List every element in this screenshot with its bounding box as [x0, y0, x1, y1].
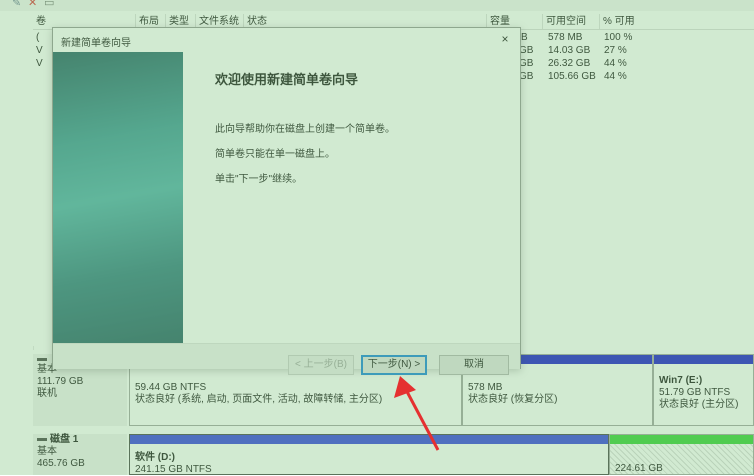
pencil-icon[interactable]: ✎ — [12, 0, 21, 9]
delete-x-icon[interactable]: ✕ — [28, 0, 37, 9]
cancel-button[interactable]: 取消 — [439, 355, 509, 375]
next-button[interactable]: 下一步(N) > — [361, 355, 427, 375]
wizard-content: 欢迎使用新建简单卷向导 此向导帮助你在磁盘上创建一个简单卷。 简单卷只能在单一磁… — [183, 52, 520, 343]
free-space-value: 26.32 GB — [548, 58, 591, 69]
free-space-value: 14.03 GB — [548, 45, 591, 56]
wizard-side-graphic — [53, 52, 183, 343]
disk-1-type: 基本 — [37, 446, 57, 457]
col-header-free-space[interactable]: 可用空间 — [542, 14, 599, 29]
partition-software-d[interactable]: 软件 (D:) 241.15 GB NTFS — [129, 434, 609, 475]
partition-name: Win7 (E:) — [659, 375, 703, 386]
partition-size: 578 MB — [468, 382, 503, 393]
volume-name: V — [36, 45, 43, 56]
disk-1-size: 465.76 GB — [37, 458, 85, 469]
disk-0-size: 111.79 GB — [37, 376, 84, 387]
partition-text: 59.44 GB NTFS 状态良好 (系统, 启动, 页面文件, 活动, 故障… — [135, 382, 382, 406]
volume-name: V — [36, 58, 43, 69]
disk-1-header: 磁盘 1 — [37, 434, 127, 446]
partition-size: 241.15 GB NTFS — [135, 464, 212, 475]
back-button[interactable]: < 上一步(B) — [288, 355, 354, 375]
new-simple-volume-wizard: 新建简单卷向导 × 欢迎使用新建简单卷向导 此向导帮助你在磁盘上创建一个简单卷。… — [52, 27, 521, 375]
disk-1-label[interactable]: 磁盘 1 基本 465.76 GB — [33, 434, 127, 475]
wizard-description-2: 简单卷只能在单一磁盘上。 — [215, 149, 335, 160]
disk-icon — [37, 437, 47, 441]
partition-text: 软件 (D:) 241.15 GB NTFS — [135, 452, 212, 476]
wizard-heading: 欢迎使用新建简单卷向导 — [215, 72, 359, 87]
percent-free-value: 27 % — [604, 45, 627, 56]
percent-free-value: 44 % — [604, 71, 627, 82]
properties-icon[interactable]: ▭ — [44, 0, 54, 9]
partition-text: 578 MB 状态良好 (恢复分区) — [468, 382, 557, 406]
partition-status: 状态良好 (主分区) — [659, 399, 739, 410]
partition-name: 软件 (D:) — [135, 452, 175, 463]
disk-0-status: 联机 — [37, 388, 57, 399]
partition-status: 状态良好 (系统, 启动, 页面文件, 活动, 故障转储, 主分区) — [135, 394, 383, 405]
disk-1-name: 磁盘 1 — [50, 434, 79, 445]
dialog-titlebar[interactable]: 新建简单卷向导 × — [53, 28, 520, 52]
partition-size: 59.44 GB NTFS — [135, 382, 207, 393]
close-icon[interactable]: × — [498, 32, 512, 46]
capacity-value: GB — [519, 45, 534, 56]
capacity-value: GB — [519, 58, 534, 69]
partition-bar — [130, 435, 608, 444]
free-space-value: 105.66 GB — [548, 71, 596, 82]
capacity-value: GB — [519, 71, 534, 82]
volume-name: ( — [36, 32, 40, 43]
partition-bar — [654, 355, 753, 364]
partition-size: 224.61 GB — [615, 463, 663, 474]
dialog-button-row: < 上一步(B) 下一步(N) > 取消 — [53, 343, 520, 375]
free-space-value: 578 MB — [548, 32, 583, 43]
wizard-description-1: 此向导帮助你在磁盘上创建一个简单卷。 — [215, 124, 395, 135]
partition-win7[interactable]: Win7 (E:) 51.79 GB NTFS 状态良好 (主分区) — [653, 354, 754, 426]
toolbar: ✎ ✕ ▭ — [0, 0, 754, 11]
percent-free-value: 100 % — [604, 32, 633, 43]
capacity-value: B — [521, 32, 528, 43]
partition-bar — [610, 435, 753, 444]
partition-text: Win7 (E:) 51.79 GB NTFS 状态良好 (主分区) — [659, 375, 738, 411]
percent-free-value: 44 % — [604, 58, 627, 69]
left-gutter — [0, 14, 34, 475]
dialog-title: 新建简单卷向导 — [61, 38, 131, 49]
col-header-percent-free[interactable]: % 可用 — [599, 14, 754, 29]
partition-size: 51.79 GB NTFS — [659, 387, 731, 398]
wizard-description-3: 单击"下一步"继续。 — [215, 174, 303, 185]
partition-free[interactable]: 224.61 GB — [609, 434, 754, 475]
partition-status: 状态良好 (恢复分区) — [468, 394, 558, 405]
